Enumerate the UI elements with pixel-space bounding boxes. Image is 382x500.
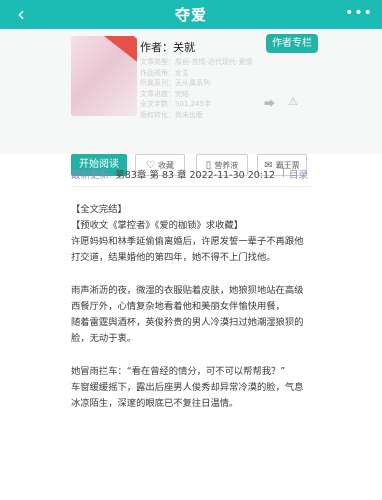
update-text: 第83章 第 83 章 2022-11-30 20:12 xyxy=(115,170,276,181)
book-meta: 文章类型：原创-言情-近代现代-爱情 作品视角：女主 所属系列：无从属系列 文章… xyxy=(140,57,290,121)
paragraph: 【预收文《掌控者》《爱的枷锁》求收藏】 xyxy=(71,220,243,231)
divider-line xyxy=(71,186,311,187)
back-arrow-icon[interactable]: ‹ xyxy=(8,2,34,26)
meta-line: 版权转化：尚未出版 xyxy=(140,110,203,119)
paragraph: 车窗缓缓摇下，露出后座男人俊秀却异常冷漠的脸，气息冰凉陌生，深邃的眼底已不复往日… xyxy=(71,382,304,409)
report-warning-icon[interactable]: ⚠ xyxy=(288,95,298,108)
meta-line: 文章类型：原创-言情-近代现代-爱情 xyxy=(140,58,253,66)
catalog-link[interactable]: 目录 xyxy=(289,167,308,181)
author-name[interactable]: 作者：关就 xyxy=(140,39,195,55)
update-label: 最新更新: xyxy=(71,170,113,181)
latest-update[interactable]: 最新更新: 第83章 第 83 章 2022-11-30 20:12 | 目录 xyxy=(71,167,311,181)
divider: | xyxy=(282,167,286,178)
book-cover-image[interactable] xyxy=(71,36,137,116)
meta-line: 所属系列：无从属系列 xyxy=(140,79,210,88)
book-description: 【全文完结】 【预收文《掌控者》《爱的枷锁》求收藏】 许愿妈妈和林季延偷偷离婚后… xyxy=(71,202,311,412)
paragraph: 许愿妈妈和林季延偷偷离婚后，许愿发誓一辈子不再跟他打交道，结果婚他的第四年，她不… xyxy=(71,236,304,263)
share-icon[interactable]: ⮕ xyxy=(264,95,275,111)
page-title: 夺爱 xyxy=(174,6,207,24)
cover-ribbon xyxy=(102,36,137,62)
author-column-button[interactable]: 作者专栏 xyxy=(266,34,318,53)
top-bar: ‹ 夺爱 ••• xyxy=(0,0,382,29)
paragraph: 随着雷霆舆酒杯，英俊矜贵的男人冷漠扫过她潮湿狼狈的脸，无动于衷。 xyxy=(71,317,304,344)
paragraph: 雨声淅沥的夜，微湿的衣服贴着皮肤，她狼狈地站在高级西餐厅外，心情复杂地看着他和美… xyxy=(71,285,304,312)
meta-line: 作品视角：女主 xyxy=(140,68,189,77)
paragraph: 【全文完结】 xyxy=(71,204,127,215)
paragraph: 她冒雨拦车：“看在曾经的情分，可不可以帮帮我？” xyxy=(71,366,286,377)
book-info-panel: 作者：关就 作者专栏 文章类型：原创-言情-近代现代-爱情 作品视角：女主 所属… xyxy=(0,29,382,176)
more-dots-icon[interactable]: ••• xyxy=(344,4,374,24)
